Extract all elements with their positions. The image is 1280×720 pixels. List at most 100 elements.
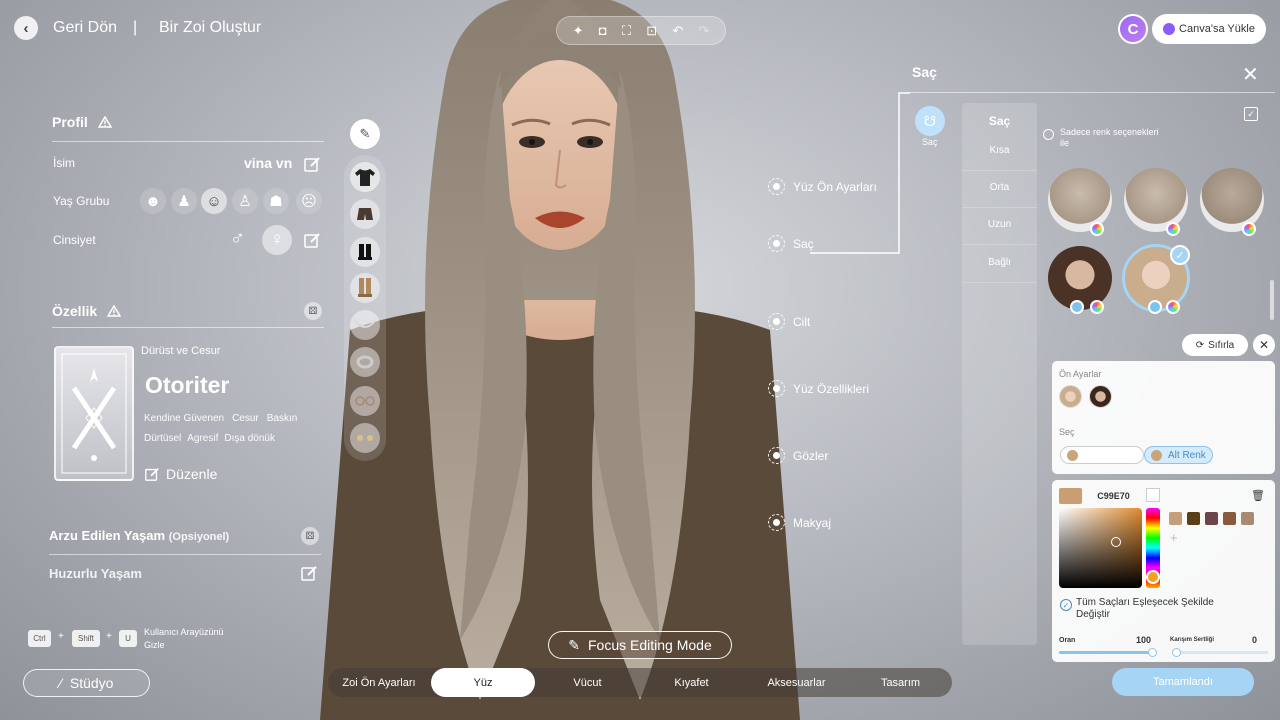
- match-all-label[interactable]: Tüm Saçları Eşleşecek Şekilde Değiştir: [1076, 597, 1214, 621]
- preset-swatch[interactable]: [1059, 385, 1082, 408]
- age-graduate-icon[interactable]: ♟: [171, 188, 197, 214]
- studio-button[interactable]: ⁄ Stüdyo: [23, 669, 150, 697]
- menu-makeup[interactable]: Makyaj: [768, 514, 831, 531]
- randomize-dice-icon[interactable]: ⚄: [301, 527, 319, 545]
- canva-icon: [1163, 23, 1176, 35]
- hex-input[interactable]: C99E70: [1086, 488, 1141, 504]
- age-person-icon[interactable]: ♙: [232, 188, 258, 214]
- tab-body[interactable]: Vücut: [540, 668, 635, 697]
- frame-icon[interactable]: ⛶: [622, 23, 631, 39]
- color-only-toggle[interactable]: Sadece renk seçenekleri ile: [1043, 127, 1159, 149]
- randomize-dice-icon[interactable]: ⚄: [304, 302, 322, 320]
- color-swatch[interactable]: [1241, 512, 1254, 525]
- age-adult-icon[interactable]: ☺: [201, 188, 227, 214]
- saturation-picker[interactable]: [1059, 508, 1142, 588]
- edit-aspiration-icon[interactable]: [300, 564, 318, 582]
- tshirt-icon[interactable]: [350, 162, 380, 192]
- canva-upload-button[interactable]: Canva'sa Yükle: [1152, 14, 1266, 44]
- scrollbar[interactable]: [1270, 280, 1274, 320]
- trait-tag: Baskın: [266, 413, 298, 424]
- name-value[interactable]: vina vn: [244, 155, 292, 171]
- select-label: Seç: [1059, 427, 1075, 437]
- tab-outfit[interactable]: Kıyafet: [643, 668, 740, 697]
- close-icon[interactable]: ✕: [1242, 62, 1259, 87]
- edit-icon: [145, 468, 159, 481]
- necklace-icon[interactable]: [350, 310, 380, 340]
- match-all-check-icon[interactable]: ✓: [1060, 599, 1072, 611]
- earrings-icon[interactable]: [350, 423, 380, 453]
- age-elder-icon[interactable]: ☹: [296, 188, 322, 214]
- ratio-slider-handle[interactable]: [1148, 648, 1157, 657]
- color-wheel-icon: [1090, 300, 1104, 314]
- warning-icon[interactable]: [107, 305, 122, 317]
- base-color-pill[interactable]: Temel Renk: [1060, 446, 1144, 464]
- hair-cat-tied[interactable]: Bağlı: [962, 257, 1037, 268]
- tab-zoi-presets[interactable]: Zoi Ön Ayarları: [333, 668, 425, 697]
- bracelet-icon[interactable]: [350, 347, 380, 377]
- color-swatch[interactable]: [1223, 512, 1236, 525]
- aspiration-value[interactable]: Huzurlu Yaşam: [49, 566, 142, 581]
- hair-style-thumb[interactable]: [1200, 168, 1264, 232]
- menu-face-features[interactable]: Yüz Özellikleri: [768, 380, 869, 397]
- edit-gender-icon[interactable]: [303, 231, 321, 249]
- edit-name-icon[interactable]: [303, 155, 321, 173]
- undo-icon[interactable]: ↶: [672, 23, 683, 39]
- trait-tag: Agresif: [187, 433, 219, 444]
- menu-eyes[interactable]: Gözler: [768, 447, 828, 464]
- hair-panel-title: Saç: [912, 64, 937, 80]
- boots-icon[interactable]: [350, 237, 380, 267]
- hair-category-icon[interactable]: ☋: [915, 106, 945, 136]
- color-only-label: Sadece renk seçenekleri ile: [1060, 127, 1159, 149]
- sparkle-icon[interactable]: ✦: [573, 23, 584, 39]
- preset-swatch[interactable]: [1089, 385, 1112, 408]
- profile-edit-icon[interactable]: ✎: [350, 119, 380, 149]
- dot-icon: [768, 380, 785, 397]
- divider: [962, 170, 1037, 171]
- hair-style-thumb[interactable]: [1048, 168, 1112, 232]
- shorts-icon[interactable]: [350, 199, 380, 229]
- trait-edit-button[interactable]: Düzenle: [144, 466, 217, 482]
- age-baby-icon[interactable]: ☻: [140, 188, 166, 214]
- blend-slider[interactable]: [1172, 651, 1268, 654]
- color-swatch[interactable]: [1187, 512, 1200, 525]
- canva-logo[interactable]: C: [1118, 14, 1148, 44]
- eyedropper-icon[interactable]: [1146, 488, 1160, 502]
- reset-button[interactable]: ⟳ Sıfırla: [1182, 334, 1248, 356]
- checkbox-icon[interactable]: ✓: [1244, 107, 1258, 121]
- hair-categories-title: Saç: [988, 114, 1011, 128]
- done-button[interactable]: Tamamlandı: [1112, 668, 1254, 696]
- blend-slider-handle[interactable]: [1172, 648, 1181, 657]
- color-swatch[interactable]: [1205, 512, 1218, 525]
- hue-handle[interactable]: [1146, 570, 1160, 584]
- glasses-icon[interactable]: [350, 386, 380, 416]
- trait-card[interactable]: [54, 346, 134, 481]
- add-swatch-icon[interactable]: +: [1170, 530, 1178, 545]
- tab-design[interactable]: Tasarım: [852, 668, 949, 697]
- menu-hair[interactable]: Saç: [768, 235, 814, 252]
- hair-style-thumb[interactable]: [1124, 168, 1188, 232]
- picker-handle[interactable]: [1111, 537, 1121, 547]
- back-label[interactable]: Geri Dön: [53, 19, 117, 37]
- female-icon[interactable]: ♀: [262, 225, 292, 255]
- focus-editing-mode-button[interactable]: ✎ Focus Editing Mode: [548, 631, 732, 659]
- warning-icon[interactable]: [97, 116, 112, 128]
- back-button[interactable]: ‹: [14, 16, 38, 40]
- camera-icon[interactable]: ◘: [599, 23, 607, 38]
- tab-accessories[interactable]: Aksesuarlar: [748, 668, 845, 697]
- tab-face[interactable]: Yüz: [431, 668, 535, 697]
- hair-cat-long[interactable]: Uzun: [962, 219, 1037, 230]
- hair-cat-short[interactable]: Kısa: [962, 145, 1037, 156]
- menu-skin[interactable]: Cilt: [768, 313, 810, 330]
- trash-icon[interactable]: 🗑: [1251, 489, 1265, 502]
- close-icon[interactable]: ✕: [1253, 334, 1275, 356]
- trait-edit-label: Düzenle: [166, 466, 218, 482]
- tall-boots-icon[interactable]: [350, 273, 380, 303]
- redo-icon[interactable]: ↷: [698, 23, 709, 39]
- age-hat-icon[interactable]: ☗: [263, 188, 289, 214]
- color-swatch[interactable]: [1169, 512, 1182, 525]
- sub-color-pill[interactable]: Alt Renk: [1144, 446, 1213, 464]
- hair-cat-medium[interactable]: Orta: [962, 182, 1037, 193]
- face-scan-icon[interactable]: ⊡: [646, 23, 657, 39]
- male-icon[interactable]: ♂: [230, 228, 245, 251]
- ratio-slider[interactable]: [1059, 651, 1154, 654]
